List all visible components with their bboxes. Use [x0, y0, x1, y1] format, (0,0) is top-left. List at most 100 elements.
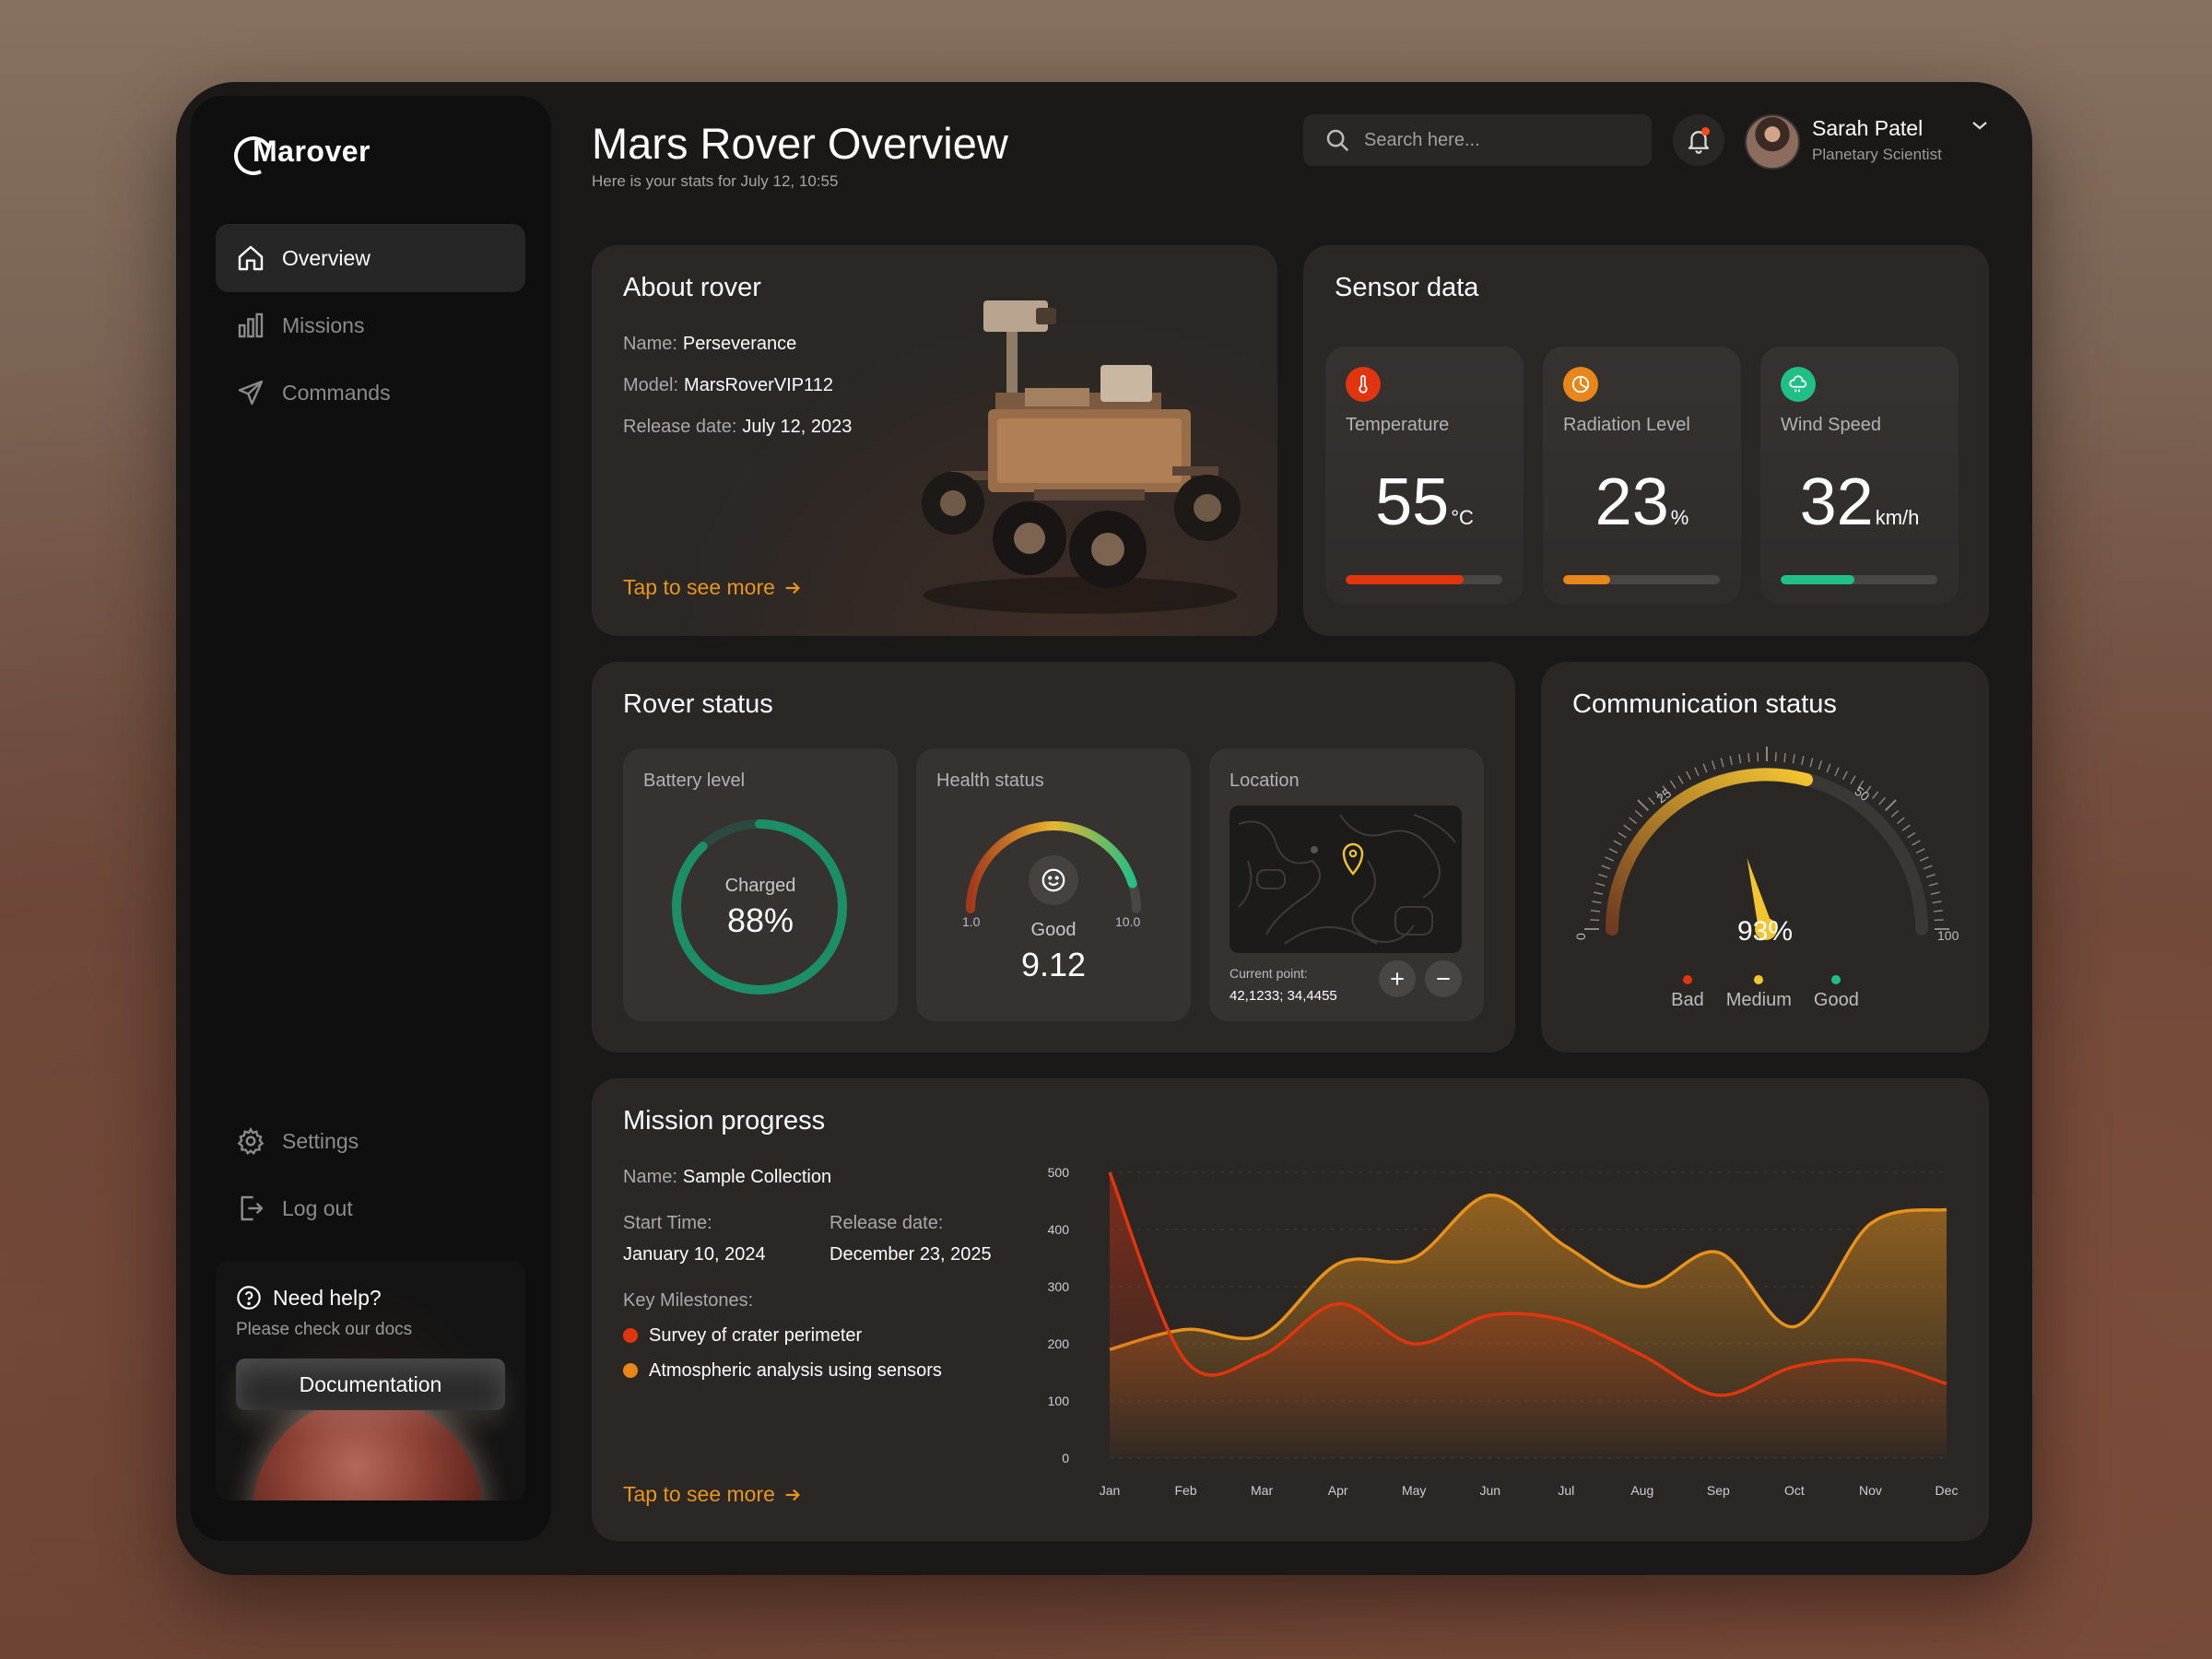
mission-release-label: Release date: [830, 1213, 944, 1233]
gauge-tick [1598, 874, 1608, 878]
location-point: 42,1233; 34,4455 [1230, 988, 1337, 1004]
gauge-tick [1634, 810, 1643, 818]
gear-icon [237, 1126, 265, 1155]
cloud-wind-icon [1781, 367, 1816, 402]
card-title: Communication status [1572, 689, 1837, 719]
x-tick-label: Aug [1630, 1483, 1653, 1498]
search-input[interactable]: Search here... [1364, 130, 1480, 151]
milestone-label: Atmospheric analysis using sensors [649, 1360, 942, 1381]
about-see-more-link[interactable]: Tap to see more [623, 575, 803, 600]
user-role: Planetary Scientist [1812, 146, 1942, 163]
page-subtitle: Here is your stats for July 12, 10:55 [592, 172, 839, 190]
gauge-tick [1669, 780, 1677, 789]
legend-label: Bad [1671, 990, 1704, 1010]
gauge-tick [1912, 840, 1921, 846]
gauge-tick [1818, 760, 1822, 771]
gauge-tick [1901, 824, 1911, 831]
home-icon [238, 245, 264, 271]
arrow-right-icon [785, 1488, 800, 1500]
brand-logo[interactable]: Marover [229, 131, 371, 181]
notification-dot [1701, 127, 1710, 135]
gauge-tick [1594, 891, 1604, 895]
location-map[interactable] [1230, 806, 1462, 953]
gauge-tick [1842, 771, 1848, 781]
smile-icon [1029, 855, 1078, 905]
sensor-label: Temperature [1346, 415, 1450, 435]
radiation-tile[interactable]: Radiation Level 23% [1543, 347, 1741, 605]
card-title: Sensor data [1335, 273, 1479, 302]
search-bar[interactable]: Search here... [1303, 114, 1652, 166]
help-card: Need help? Please check our docs Documen… [216, 1261, 525, 1500]
health-tile[interactable]: Health status 1.0 10.0 Good 9.12 [916, 748, 1191, 1021]
sidebar-item-label: Commands [282, 380, 391, 405]
gauge-tick [1878, 796, 1886, 806]
sidebar-item-settings[interactable]: Settings [216, 1107, 525, 1175]
x-tick-label: Jun [1479, 1483, 1500, 1498]
sensor-level-bar [1781, 575, 1937, 584]
avatar[interactable] [1745, 114, 1800, 170]
arrow-right-icon [785, 582, 800, 594]
gauge-tick [1637, 799, 1650, 812]
gauge-tick [1884, 799, 1897, 812]
legend-item: Good [1814, 975, 1859, 1011]
gauge-tick [1757, 752, 1759, 762]
gauge-tick [1792, 754, 1795, 764]
sidebar-item-label: Log out [282, 1195, 353, 1220]
tile-label: Location [1230, 771, 1300, 791]
temperature-tile[interactable]: Temperature 55°C [1325, 347, 1524, 605]
health-value: 9.12 [1020, 946, 1087, 983]
milestone-item: Survey of crater perimeter [623, 1325, 862, 1347]
gauge-tick [1783, 752, 1786, 763]
help-title: Need help? [236, 1285, 382, 1311]
legend-dot [1682, 975, 1692, 984]
gauge-tick [1623, 824, 1632, 831]
x-tick-label: Mar [1251, 1483, 1273, 1498]
sensor-level-fill [1563, 575, 1610, 584]
gauge-tick [1720, 758, 1724, 768]
mission-start-value: January 10, 2024 [623, 1244, 766, 1265]
gauge-tick [1629, 817, 1637, 825]
gauge-tick [1618, 831, 1627, 839]
notifications-button[interactable] [1673, 114, 1724, 166]
sidebar-item-logout[interactable]: Log out [216, 1174, 525, 1242]
card-title: Rover status [623, 689, 773, 719]
location-point-label: Current point: [1230, 966, 1308, 981]
documentation-button[interactable]: Documentation [236, 1359, 505, 1410]
location-tile[interactable]: Location Current point: 42,1233; 34,4455 [1209, 748, 1484, 1021]
sensor-value: 55°C [1325, 465, 1524, 540]
chevron-down-icon[interactable] [1969, 114, 1991, 136]
rover-release-row: Release date: July 12, 2023 [623, 417, 852, 438]
mission-release-value: December 23, 2025 [830, 1244, 992, 1265]
health-state: Good [1030, 920, 1077, 940]
wind-speed-tile[interactable]: Wind Speed 32km/h [1760, 347, 1959, 605]
legend-label: Good [1813, 990, 1859, 1010]
gauge-tick [1590, 910, 1601, 912]
sidebar-item-commands[interactable]: Commands [216, 359, 525, 427]
battery-tile[interactable]: Battery level Charged 88% [623, 748, 898, 1021]
gauge-tick [1712, 760, 1716, 771]
gauge-tick [1677, 775, 1684, 784]
mission-see-more-link[interactable]: Tap to see more [623, 1482, 803, 1507]
communication-status-card: Communication status 0 25 50 100 93% Bad… [1541, 662, 1989, 1053]
sensor-level-fill [1781, 575, 1854, 584]
sensor-value: 32km/h [1760, 465, 1959, 540]
page-title: Mars Rover Overview [592, 119, 1008, 168]
legend-item: Medium [1726, 975, 1792, 1011]
card-title: Mission progress [623, 1106, 826, 1135]
communication-value: 93% [1736, 916, 1794, 947]
gauge-tick [1801, 756, 1805, 766]
zoom-out-button[interactable] [1425, 960, 1462, 997]
gauge-tick [1826, 763, 1831, 773]
sidebar-item-label: Overview [282, 245, 371, 270]
zoom-in-button[interactable] [1379, 960, 1416, 997]
gauge-tick [1850, 775, 1856, 784]
sidebar-item-label: Settings [282, 1128, 359, 1153]
legend-item: Bad [1671, 975, 1704, 1011]
legend-label: Medium [1725, 990, 1792, 1010]
sensor-level-fill [1346, 575, 1464, 584]
gauge-tick [1747, 752, 1750, 763]
sensor-level-bar [1346, 575, 1502, 584]
y-tick-label: 300 [1048, 1279, 1070, 1294]
sidebar-item-missions[interactable]: Missions [216, 291, 525, 359]
sidebar-item-overview[interactable]: Overview [216, 224, 525, 292]
